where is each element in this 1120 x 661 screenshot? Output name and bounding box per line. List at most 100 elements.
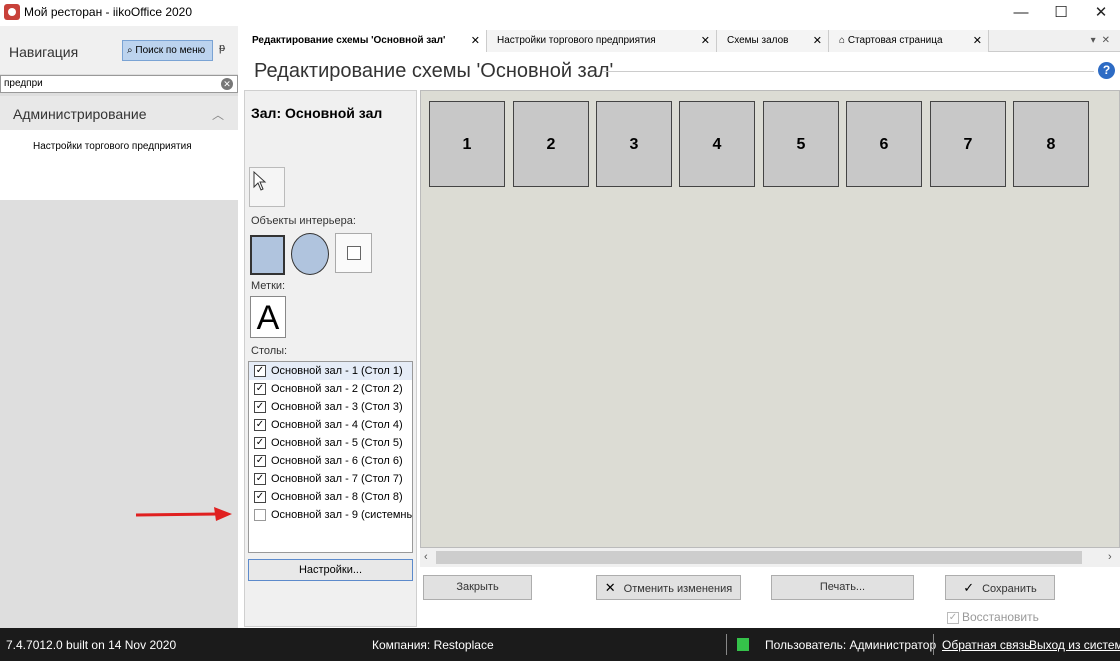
hall-table[interactable]: 8 bbox=[1013, 101, 1089, 187]
close-tab-icon[interactable]: ✕ bbox=[701, 30, 710, 52]
table-list-label: Основной зал - 4 (Стол 4) bbox=[271, 419, 403, 431]
hall-table[interactable]: 5 bbox=[763, 101, 839, 187]
table-list-label: Основной зал - 6 (Стол 6) bbox=[271, 455, 403, 467]
document-tabs: Редактирование схемы 'Основной зал' ✕ На… bbox=[242, 30, 1120, 52]
tab-hall-schemes[interactable]: Схемы залов ✕ bbox=[717, 30, 829, 52]
cancel-changes-button[interactable]: ✕ Отменить изменения bbox=[596, 575, 741, 600]
window-title: Мой ресторан - iikoOffice 2020 bbox=[24, 5, 193, 19]
status-bar: 7.4.7012.0 built on 14 Nov 2020 Компания… bbox=[0, 628, 1120, 661]
restore-label: Восстановить bbox=[962, 610, 1039, 624]
table-checkbox[interactable]: ✓ bbox=[254, 419, 266, 431]
hall-table[interactable]: 4 bbox=[679, 101, 755, 187]
scroll-right-icon[interactable]: › bbox=[1108, 548, 1112, 567]
table-checkbox[interactable]: ✓ bbox=[254, 473, 266, 485]
tab-label: Редактирование схемы 'Основной зал' bbox=[252, 35, 446, 46]
checkmark-icon: ✓ bbox=[963, 580, 975, 595]
status-divider bbox=[726, 634, 727, 655]
close-tab-icon[interactable]: ✕ bbox=[973, 30, 982, 52]
nav-group-title: Администрирование bbox=[13, 106, 147, 122]
cancel-changes-label: Отменить изменения bbox=[623, 583, 733, 595]
table-list-label: Основной зал - 5 (Стол 5) bbox=[271, 437, 403, 449]
menu-search-label: Поиск по меню bbox=[135, 45, 206, 56]
feedback-link[interactable]: Обратная связь bbox=[942, 638, 1030, 652]
scrollbar-thumb[interactable] bbox=[436, 551, 1082, 564]
connection-status-icon bbox=[737, 638, 749, 651]
tables-label: Столы: bbox=[251, 345, 288, 357]
hall-table[interactable]: 2 bbox=[513, 101, 589, 187]
help-icon[interactable]: ? bbox=[1098, 62, 1115, 79]
tables-list: ✓ Основной зал - 1 (Стол 1) ✓ Основной з… bbox=[248, 361, 413, 553]
tab-menu-icon[interactable]: ▾✕ bbox=[1091, 30, 1116, 52]
tab-enterprise-settings[interactable]: Настройки торгового предприятия ✕ bbox=[487, 30, 717, 52]
table-list-label: Основной зал - 1 (Стол 1) bbox=[271, 365, 403, 377]
navigation-header: Навигация ⌕ Поиск по меню ᵽ bbox=[0, 26, 238, 74]
tab-label: Стартовая страница bbox=[847, 35, 943, 46]
table-list-item[interactable]: ✓ Основной зал - 3 (Стол 3) bbox=[249, 398, 412, 416]
table-list-item[interactable]: ✓ Основной зал - 2 (Стол 2) bbox=[249, 380, 412, 398]
image-tool-button[interactable] bbox=[335, 233, 372, 273]
hall-table[interactable]: 3 bbox=[596, 101, 672, 187]
maximize-button[interactable]: ☐ bbox=[1044, 2, 1078, 24]
clear-filter-icon[interactable]: ✕ bbox=[221, 78, 233, 90]
print-button[interactable]: Печать... bbox=[771, 575, 914, 600]
menu-search-button[interactable]: ⌕ Поиск по меню bbox=[122, 40, 213, 61]
tab-edit-scheme[interactable]: Редактирование схемы 'Основной зал' ✕ bbox=[242, 30, 487, 52]
table-list-label: Основной зал - 3 (Стол 3) bbox=[271, 401, 403, 413]
tab-label: Схемы залов bbox=[727, 35, 789, 46]
table-list-label: Основной зал - 2 (Стол 2) bbox=[271, 383, 403, 395]
navigation-filter-value: предпри bbox=[4, 78, 43, 89]
image-icon bbox=[347, 246, 361, 260]
hall-scheme-canvas[interactable]: 1 2 3 4 5 6 7 8 bbox=[420, 90, 1120, 548]
table-list-item[interactable]: ✓ Основной зал - 5 (Стол 5) bbox=[249, 434, 412, 452]
table-list-item[interactable]: ✓ Основной зал - 7 (Стол 7) bbox=[249, 470, 412, 488]
table-list-item[interactable]: ✓ Основной зал - 4 (Стол 4) bbox=[249, 416, 412, 434]
heading-divider bbox=[602, 71, 1094, 72]
table-list-item[interactable]: ✓ Основной зал - 6 (Стол 6) bbox=[249, 452, 412, 470]
minimize-button[interactable]: — bbox=[1004, 2, 1038, 24]
table-checkbox[interactable]: ✓ bbox=[254, 401, 266, 413]
table-list-item[interactable]: Основной зал - 9 (системный) bbox=[249, 506, 412, 524]
table-checkbox[interactable]: ✓ bbox=[254, 437, 266, 449]
hall-table[interactable]: 1 bbox=[429, 101, 505, 187]
horizontal-scrollbar[interactable]: ‹ › bbox=[420, 548, 1120, 567]
table-list-item[interactable]: ✓ Основной зал - 1 (Стол 1) bbox=[249, 362, 412, 380]
table-checkbox[interactable] bbox=[254, 509, 266, 521]
app-icon bbox=[4, 4, 20, 20]
save-button[interactable]: ✓ Сохранить bbox=[945, 575, 1055, 600]
settings-button[interactable]: Настройки... bbox=[248, 559, 413, 581]
chevron-up-icon[interactable]: ︿ bbox=[212, 106, 224, 123]
restore-checkbox-box[interactable]: ✓ bbox=[947, 611, 959, 624]
table-checkbox[interactable]: ✓ bbox=[254, 455, 266, 467]
logout-link[interactable]: Выход из системы bbox=[1029, 638, 1120, 652]
close-button[interactable]: Закрыть bbox=[423, 575, 532, 600]
pin-icon[interactable]: ᵽ bbox=[219, 42, 225, 54]
table-checkbox[interactable]: ✓ bbox=[254, 491, 266, 503]
close-tab-icon[interactable]: ✕ bbox=[471, 30, 480, 52]
table-checkbox[interactable]: ✓ bbox=[254, 365, 266, 377]
tab-start-page[interactable]: ⌂ Стартовая страница ✕ bbox=[829, 30, 989, 52]
ellipse-tool-button[interactable] bbox=[291, 233, 329, 275]
navigation-filter-input[interactable]: предпри ✕ bbox=[0, 75, 238, 93]
user-info: Пользователь: Администратор bbox=[765, 638, 937, 652]
navigation-title: Навигация bbox=[9, 44, 79, 60]
text-label-tool-button[interactable]: A bbox=[250, 296, 286, 338]
nav-item-enterprise-settings[interactable]: Настройки торгового предприятия bbox=[33, 141, 192, 152]
nav-group-administration: Администрирование ︿ Настройки торгового … bbox=[0, 96, 238, 200]
close-window-button[interactable]: ✕ bbox=[1084, 2, 1118, 24]
restore-checkbox[interactable]: ✓ Восстановить bbox=[947, 610, 1039, 624]
hall-table[interactable]: 6 bbox=[846, 101, 922, 187]
company-info: Компания: Restoplace bbox=[372, 638, 494, 652]
rectangle-tool-button[interactable] bbox=[250, 235, 285, 275]
interior-objects-label: Объекты интерьера: bbox=[251, 215, 356, 227]
page-title: Редактирование схемы 'Основной зал' bbox=[254, 60, 614, 82]
scroll-left-icon[interactable]: ‹ bbox=[424, 548, 428, 567]
table-list-item[interactable]: ✓ Основной зал - 8 (Стол 8) bbox=[249, 488, 412, 506]
search-icon: ⌕ bbox=[127, 45, 133, 56]
window-titlebar: Мой ресторан - iikoOffice 2020 — ☐ ✕ bbox=[0, 0, 1120, 26]
pointer-tool-button[interactable] bbox=[249, 167, 285, 207]
marks-label: Метки: bbox=[251, 280, 286, 292]
table-list-label: Основной зал - 7 (Стол 7) bbox=[271, 473, 403, 485]
close-tab-icon[interactable]: ✕ bbox=[813, 30, 822, 52]
table-checkbox[interactable]: ✓ bbox=[254, 383, 266, 395]
hall-table[interactable]: 7 bbox=[930, 101, 1006, 187]
